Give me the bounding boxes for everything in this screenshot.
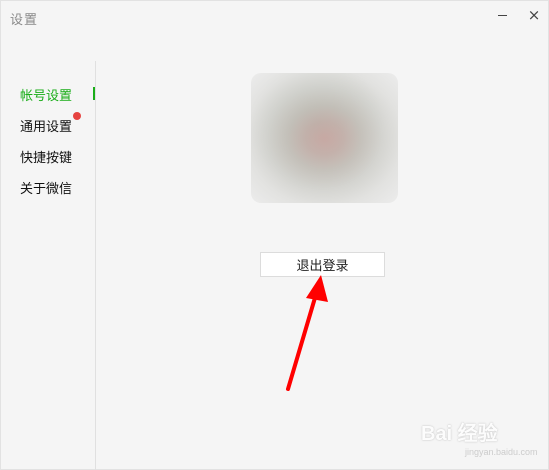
watermark-logo-text: Bai 经验 (421, 423, 498, 445)
sidebar-item-account-settings[interactable]: 帐号设置 (20, 85, 72, 104)
arrow-shaft (286, 289, 319, 391)
close-icon: × (527, 5, 541, 24)
window-title: 设置 (10, 13, 39, 28)
sidebar-item-general-settings[interactable]: 通用设置 (20, 116, 72, 135)
close-button[interactable]: × (522, 5, 546, 25)
notification-badge (73, 112, 81, 120)
arrow-head (306, 275, 328, 302)
annotation-arrow (286, 275, 328, 391)
avatar (251, 73, 398, 203)
sidebar-divider (95, 61, 96, 470)
logout-button[interactable]: 退出登录 (260, 252, 385, 277)
sidebar-item-shortcut-keys[interactable]: 快捷按键 (20, 147, 72, 166)
minimize-button[interactable] (490, 5, 514, 25)
minimize-icon (497, 14, 507, 16)
sidebar-item-about-wechat[interactable]: 关于微信 (20, 178, 72, 197)
watermark-url: jingyan.baidu.com (465, 447, 538, 457)
watermark: Bai 经验 jingyan.baidu.com (421, 417, 546, 467)
settings-window: 设置 × 帐号设置 通用设置 快捷按键 关于微信 退出登录 Bai 经验 jin… (0, 0, 549, 470)
